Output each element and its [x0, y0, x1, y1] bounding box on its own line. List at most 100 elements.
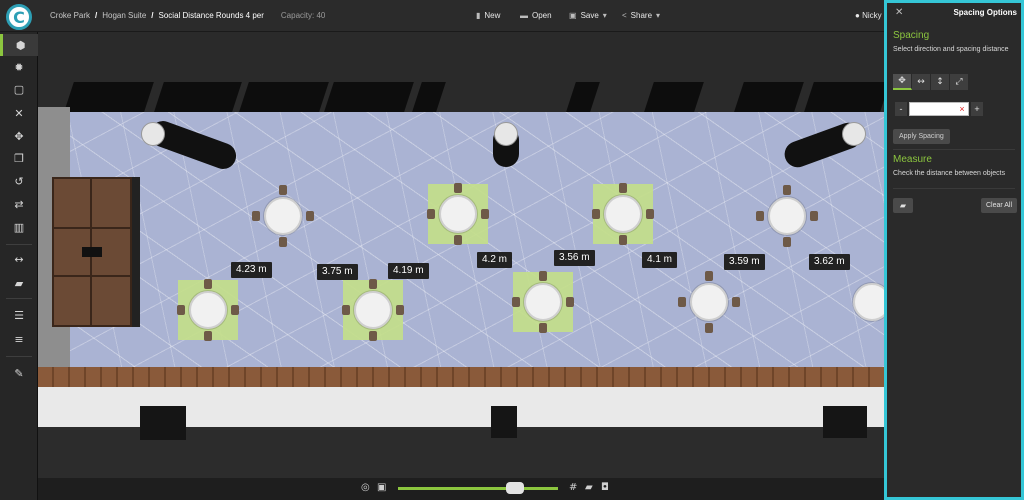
ruler-icon: ▰ [899, 201, 907, 210]
share-label: Share [630, 11, 653, 20]
breadcrumb-suite[interactable]: Hogan Suite [102, 11, 146, 20]
save-button[interactable]: ▣ Save ▾ [569, 11, 607, 20]
chair [252, 211, 260, 221]
open-label: Open [532, 11, 552, 20]
3d-viewport[interactable]: 4.23 m 3.75 m 4.19 m 4.2 m 3.56 m 4.1 m … [38, 32, 884, 478]
round-table[interactable] [524, 283, 562, 321]
share-button[interactable]: < Share ▾ [622, 11, 660, 20]
chair [678, 297, 686, 307]
ruler-icon[interactable]: ▰ [585, 482, 593, 493]
clear-input-icon[interactable]: × [957, 102, 967, 116]
chair [177, 305, 185, 315]
chair [539, 271, 547, 281]
horizontal-icon[interactable]: ↔ [912, 74, 931, 90]
distance-label: 4.23 m [231, 262, 272, 278]
zoom-slider-thumb[interactable] [506, 482, 524, 494]
chair [512, 297, 520, 307]
ruler-icon[interactable]: ▰ [0, 272, 38, 294]
speaker-block [823, 406, 867, 438]
breadcrumb-separator: / [151, 11, 154, 20]
wooden-stage-edge [38, 367, 884, 387]
stage-platform[interactable] [52, 177, 132, 327]
select-box-icon[interactable]: ▢ [0, 78, 38, 100]
app-logo[interactable]: C [6, 4, 32, 30]
breadcrumb-venue[interactable]: Croke Park [50, 11, 90, 20]
increase-button[interactable]: + [971, 102, 983, 116]
measure-tool-button[interactable]: ▰ [893, 198, 913, 213]
chair [705, 323, 713, 333]
new-label: New [484, 11, 501, 20]
vertical-icon[interactable]: ↕ [931, 74, 950, 90]
apply-spacing-button[interactable]: Apply Spacing [893, 129, 950, 144]
frame-icon[interactable]: ▣ [377, 482, 386, 493]
sun-icon[interactable]: ✹ [0, 56, 38, 78]
target-icon[interactable]: ◎ [361, 482, 370, 493]
copy-icon[interactable]: ❐ [0, 147, 38, 169]
rotate-icon[interactable]: ↺ [0, 170, 38, 192]
move-all-icon[interactable]: ✥ [893, 74, 912, 90]
chair [566, 297, 574, 307]
close-icon[interactable]: ✕ [895, 7, 903, 18]
edit-icon[interactable]: ✎ [0, 362, 38, 384]
panel-divider [893, 188, 1015, 189]
stage-seam [54, 227, 130, 229]
round-table[interactable] [189, 291, 227, 329]
swap-icon[interactable]: ⇄ [0, 193, 38, 215]
round-table[interactable] [853, 283, 884, 321]
chair [481, 209, 489, 219]
diagonal-icon[interactable]: ⤢ [950, 74, 969, 90]
clear-all-button[interactable]: Clear All [981, 198, 1017, 213]
chair [619, 183, 627, 193]
camera-icon[interactable]: ◘ [601, 482, 609, 493]
folder-icon: ▬ [520, 11, 528, 20]
share-icon: < [622, 11, 627, 20]
breadcrumb-layout[interactable]: Social Distance Rounds 4 per [159, 11, 264, 20]
measure-subtitle: Check the distance between objects [893, 170, 1006, 177]
chair [369, 331, 377, 341]
chair [705, 271, 713, 281]
distance-label: 3.59 m [724, 254, 765, 270]
new-button[interactable]: ▮ New [476, 11, 500, 20]
pillar-cap [494, 122, 518, 146]
chair [369, 279, 377, 289]
move-icon[interactable]: ✥ [0, 125, 38, 147]
breadcrumb-separator: / [95, 11, 98, 20]
chair [279, 185, 287, 195]
grid-icon[interactable]: # [569, 482, 577, 493]
chair [619, 235, 627, 245]
open-button[interactable]: ▬ Open [520, 11, 552, 20]
chair [783, 237, 791, 247]
chair [204, 331, 212, 341]
save-label: Save [580, 11, 599, 20]
round-table[interactable] [264, 197, 302, 235]
chair [279, 237, 287, 247]
round-table[interactable] [439, 195, 477, 233]
panel-divider [893, 149, 1015, 150]
round-table[interactable] [690, 283, 728, 321]
panel-title: Spacing Options [953, 8, 1017, 17]
round-table[interactable] [604, 195, 642, 233]
align-middle-icon[interactable]: ≡ [0, 328, 38, 350]
speaker-block [140, 406, 186, 440]
chevron-down-icon: ▾ [602, 11, 607, 20]
distance-icon[interactable]: ↔ [0, 248, 38, 270]
capacity-text: Capacity: 40 [280, 11, 326, 20]
trash-icon[interactable]: ▥ [0, 216, 38, 238]
decrease-button[interactable]: - [895, 102, 907, 116]
round-table[interactable] [768, 197, 806, 235]
zoom-slider[interactable] [398, 487, 558, 490]
user-menu[interactable]: ● Nicky [855, 11, 882, 20]
chair [396, 305, 404, 315]
chair [306, 211, 314, 221]
distance-label: 4.1 m [642, 252, 678, 268]
toolbar-divider [6, 356, 32, 357]
spacing-title: Spacing [893, 30, 930, 41]
round-table[interactable] [354, 291, 392, 329]
align-top-icon[interactable]: ☰ [0, 304, 38, 326]
cube-icon[interactable]: ⬢ [0, 34, 38, 56]
stage-edge [132, 177, 140, 327]
distance-label: 3.62 m [809, 254, 850, 270]
close-icon[interactable]: ✕ [0, 102, 38, 124]
top-bar: C Croke Park / Hogan Suite / Social Dist… [0, 0, 884, 32]
pillar-cap [842, 122, 866, 146]
